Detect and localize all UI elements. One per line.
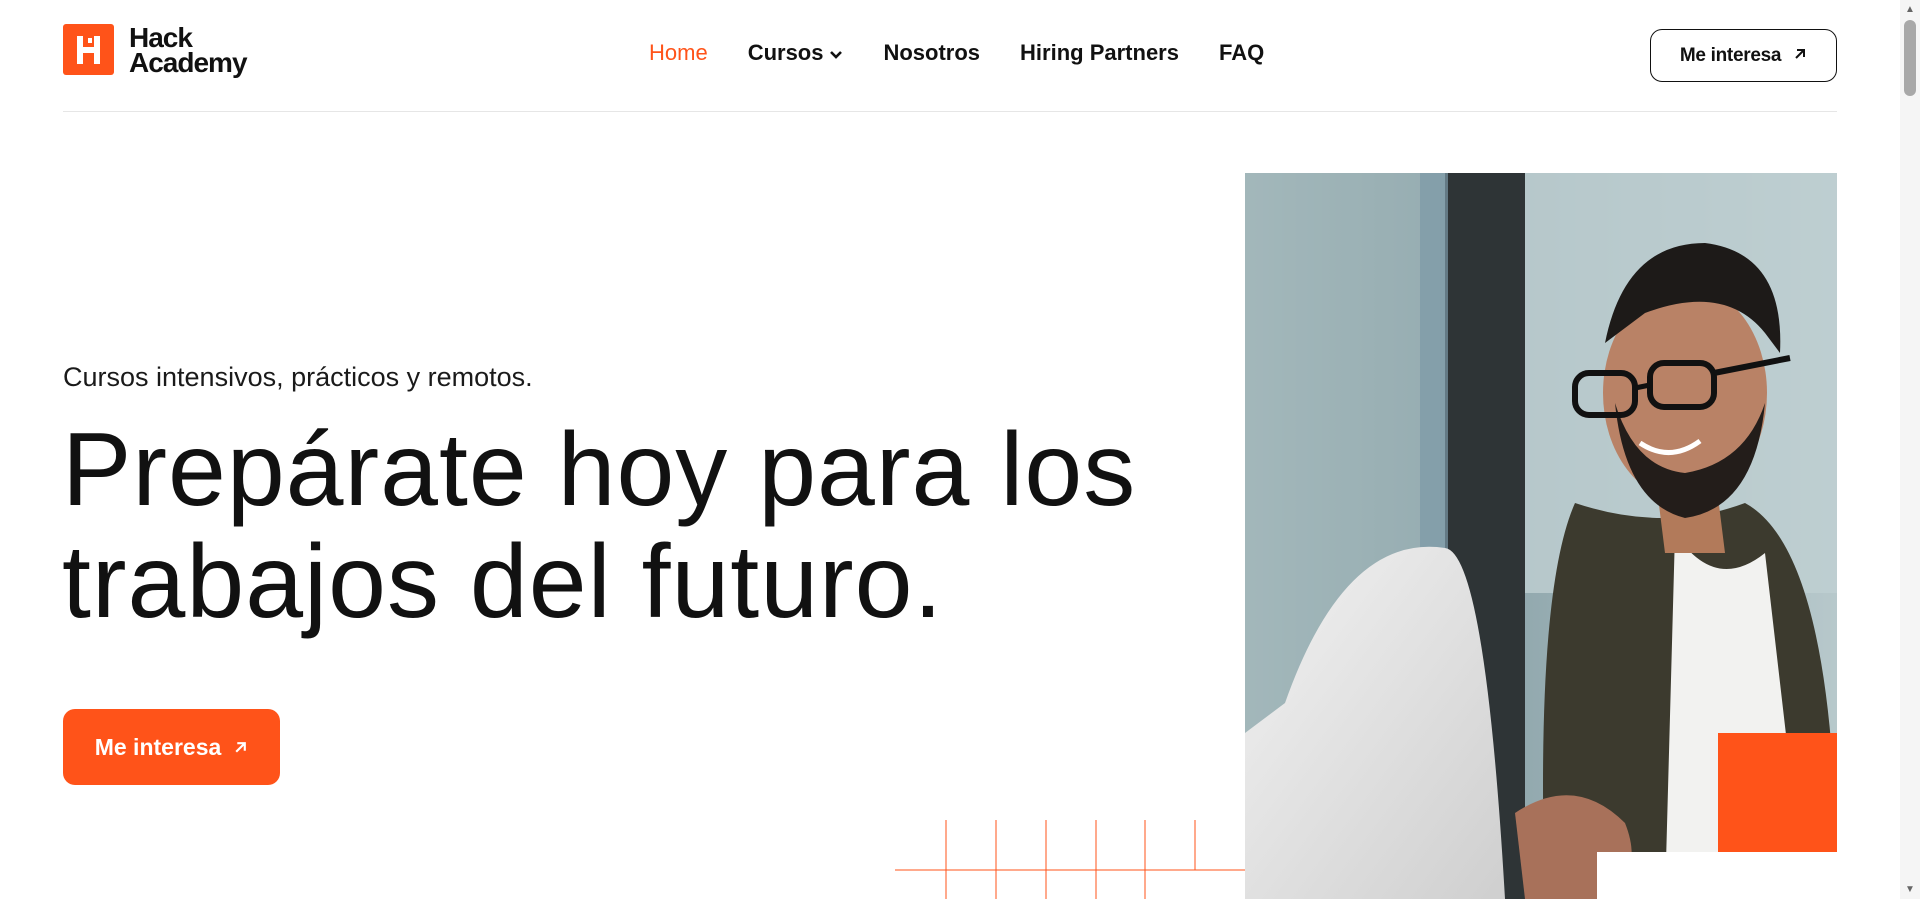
nav-hiring-partners[interactable]: Hiring Partners [1020, 40, 1179, 66]
header-me-interesa-button[interactable]: Me interesa [1650, 29, 1837, 82]
hero-headline-line-2: trabajos del futuro. [62, 524, 944, 640]
hero-headline: Prepárate hoy para los trabajos del futu… [62, 414, 1212, 638]
scroll-down-icon[interactable]: ▼ [1905, 884, 1915, 895]
chevron-down-icon [829, 40, 843, 66]
nav-home-label: Home [649, 40, 708, 65]
nav-hiring-partners-label: Hiring Partners [1020, 40, 1179, 65]
nav-cursos-label: Cursos [747, 40, 824, 65]
hero-cta-label: Me interesa [94, 733, 222, 760]
logo[interactable]: Hack Academy [63, 21, 248, 78]
scroll-up-icon[interactable]: ▲ [1905, 4, 1915, 15]
main-nav: Home Cursos Nosotros Hiring Partners FAQ [649, 40, 1304, 66]
nav-home[interactable]: Home [649, 40, 708, 66]
hero-headline-line-1: Prepárate hoy para los [62, 412, 1137, 528]
header-cta-label: Me interesa [1679, 44, 1782, 66]
decorative-grid-lines [895, 820, 1245, 899]
logo-wordmark: Hack Academy [129, 21, 248, 78]
logo-line-1: Hack [129, 21, 193, 53]
nav-cursos[interactable]: Cursos [748, 40, 844, 66]
arrow-up-right-icon [233, 734, 248, 761]
nav-nosotros[interactable]: Nosotros [883, 40, 980, 66]
page-scrollbar[interactable]: ▲ ▼ [1900, 0, 1920, 899]
decorative-white-block [1597, 852, 1837, 899]
nav-faq-label: FAQ [1218, 40, 1265, 65]
logo-line-2: Academy [129, 46, 248, 78]
nav-faq[interactable]: FAQ [1219, 40, 1264, 66]
decorative-orange-square [1718, 733, 1837, 852]
hero-kicker: Cursos intensivos, prácticos y remotos. [63, 362, 533, 392]
site-header: Hack Academy Home Cursos Nosotros Hiring… [63, 0, 1837, 112]
nav-nosotros-label: Nosotros [883, 40, 981, 65]
scroll-thumb[interactable] [1904, 20, 1916, 96]
hero-me-interesa-button[interactable]: Me interesa [63, 709, 280, 785]
logo-mark-icon [63, 24, 114, 75]
arrow-up-right-icon [1793, 45, 1807, 67]
